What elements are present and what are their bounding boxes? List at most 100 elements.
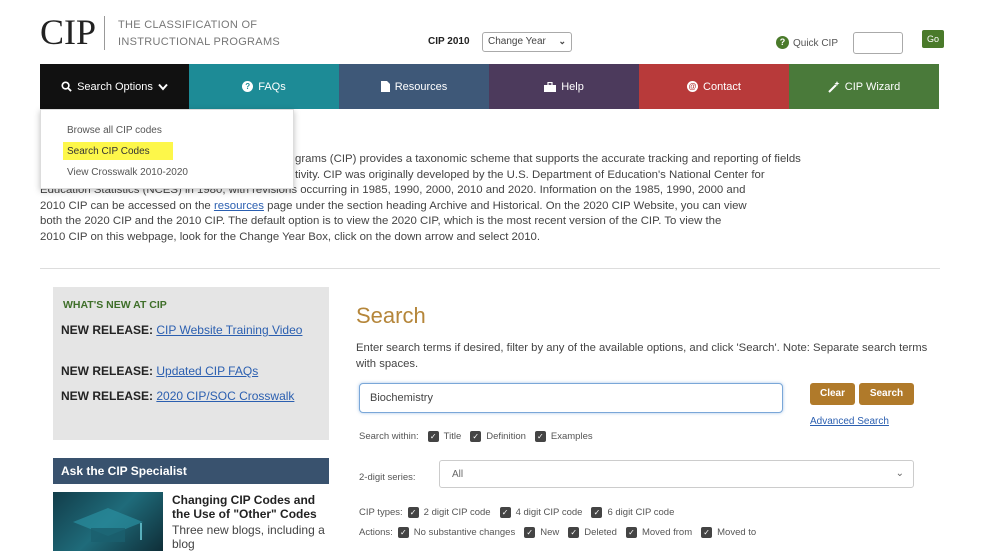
chevron-down-icon (158, 83, 168, 91)
whats-new-title: WHAT'S NEW AT CIP (63, 299, 167, 311)
quick-cip-input[interactable] (853, 32, 903, 54)
nav-search-options[interactable]: Search Options (40, 64, 189, 109)
logo-subtitle-line1: THE CLASSIFICATION OF (118, 19, 258, 31)
dropdown-item-browse[interactable]: Browse all CIP codes (67, 125, 162, 136)
blog-text: Three new blogs, including a blog (172, 523, 325, 551)
document-icon (380, 81, 390, 92)
intro-text: page under the section heading Archive a… (263, 199, 747, 212)
news-item: NEW RELEASE: CIP Website Training Video (61, 322, 316, 338)
checkbox-label: Examples (550, 431, 593, 442)
checkbox-label: No substantive changes (413, 527, 516, 538)
wand-icon (828, 80, 840, 93)
logo-divider (104, 16, 105, 50)
clear-button[interactable]: Clear (810, 383, 855, 405)
intro-text: 2010 CIP can be accessed on the (40, 199, 214, 212)
checkbox-label: Deleted (584, 527, 617, 538)
checkbox-no-substantive[interactable]: ✓ (397, 527, 409, 538)
go-button[interactable]: Go (922, 30, 944, 48)
search-input[interactable]: Biochemistry (359, 383, 783, 413)
series-label: 2-digit series: (359, 472, 416, 483)
blog-title[interactable]: Changing CIP Codes and the Use of "Other… (172, 493, 332, 521)
checkbox-label: Moved from (641, 527, 693, 538)
checkbox-definition[interactable]: ✓ (470, 431, 482, 442)
search-options-dropdown: Browse all CIP codes Search CIP Codes Vi… (40, 109, 294, 189)
nav-help-label: Help (561, 80, 584, 93)
cip-logo[interactable]: CIP (40, 12, 96, 52)
search-heading: Search (356, 303, 426, 328)
actions-label: Actions: (359, 527, 393, 538)
at-icon: @ (687, 81, 699, 92)
search-button[interactable]: Search (859, 383, 914, 405)
advanced-search-link[interactable]: Advanced Search (810, 416, 889, 427)
checkbox-label: 6 digit CIP code (607, 507, 675, 518)
nav-cip-wizard-label: CIP Wizard (844, 80, 901, 93)
news-prefix: NEW RELEASE: (61, 323, 154, 337)
checkbox-label: Definition (486, 431, 526, 442)
checkbox-title[interactable]: ✓ (427, 431, 439, 442)
series-value: All (452, 469, 464, 480)
intro-line: 2010 CIP on this webpage, look for the C… (40, 230, 541, 243)
nav-faqs-label: FAQs (258, 80, 286, 93)
chevron-down-icon: ⌄ (558, 36, 566, 46)
change-year-select[interactable]: Change Year ⌄ (482, 32, 572, 52)
news-link[interactable]: CIP Website Training Video (156, 323, 302, 337)
nav-resources[interactable]: Resources (339, 64, 489, 109)
checkbox-2-digit[interactable]: ✓ (407, 507, 419, 518)
search-description: Enter search terms if desired, filter by… (356, 342, 928, 370)
intro-line: both the 2020 CIP and the 2010 CIP. The … (40, 215, 722, 227)
news-prefix: NEW RELEASE: (61, 364, 154, 378)
page: CIP THE CLASSIFICATION OF INSTRUCTIONAL … (0, 0, 982, 551)
cip-types-label: CIP types: (359, 507, 403, 518)
nav-help[interactable]: Help (489, 64, 639, 109)
toolbox-icon (544, 81, 557, 92)
checkbox-label: 2 digit CIP code (423, 507, 491, 518)
whats-new-panel: WHAT'S NEW AT CIP NEW RELEASE: CIP Websi… (53, 287, 329, 440)
search-icon (61, 81, 72, 92)
resources-link[interactable]: resources (214, 200, 264, 212)
intro-line: tivity. CIP was originally developed by … (295, 168, 765, 181)
blog-thumbnail[interactable] (53, 492, 163, 551)
quick-cip-label: Quick CIP (793, 38, 839, 49)
checkbox-label: Title (443, 431, 462, 442)
question-icon: ? (242, 81, 254, 92)
news-item: NEW RELEASE: 2020 CIP/SOC Crosswalk (61, 388, 316, 404)
chevron-down-icon: ⌄ (895, 468, 904, 479)
news-link[interactable]: 2020 CIP/SOC Crosswalk (156, 389, 294, 403)
logo-subtitle-line2: INSTRUCTIONAL PROGRAMS (118, 36, 281, 48)
question-icon: ? (776, 36, 789, 49)
cip-year-label: CIP 2010 (428, 36, 470, 47)
news-prefix: NEW RELEASE: (61, 389, 154, 403)
dropdown-item-search-cip[interactable]: Search CIP Codes (67, 146, 150, 157)
news-item: NEW RELEASE: Updated CIP FAQs (61, 363, 316, 379)
nav-cip-wizard[interactable]: CIP Wizard (789, 64, 939, 109)
main-nav: Search Options ? FAQs Resources Help @ C… (40, 64, 939, 109)
checkbox-moved-to[interactable]: ✓ (701, 527, 713, 538)
checkbox-label: Moved to (717, 527, 757, 538)
change-year-value: Change Year (488, 36, 546, 47)
series-select[interactable]: All ⌄ (439, 460, 914, 488)
nav-contact[interactable]: @ Contact (639, 64, 789, 109)
nav-search-options-label: Search Options (77, 80, 153, 93)
intro-line: 2010 CIP can be accessed on the resource… (40, 199, 747, 215)
checkbox-deleted[interactable]: ✓ (568, 527, 580, 538)
divider (40, 268, 940, 269)
news-link[interactable]: Updated CIP FAQs (156, 364, 258, 378)
search-within-row: Search within: ✓ Title ✓ Definition ✓ Examp… (359, 431, 593, 442)
checkbox-label: 4 digit CIP code (515, 507, 583, 518)
dropdown-item-crosswalk[interactable]: View Crosswalk 2010-2020 (67, 167, 188, 178)
nav-resources-label: Resources (394, 80, 448, 93)
checkbox-4-digit[interactable]: ✓ (499, 507, 511, 518)
nav-faqs[interactable]: ? FAQs (189, 64, 339, 109)
checkbox-new[interactable]: ✓ (524, 527, 536, 538)
search-within-label: Search within: (359, 431, 419, 442)
checkbox-label: New (540, 527, 560, 538)
checkbox-moved-from[interactable]: ✓ (625, 527, 637, 538)
actions-row: Actions: ✓ No substantive changes ✓ New ✓ D… (359, 527, 756, 538)
intro-line: grams (CIP) provides a taxonomic scheme … (295, 153, 801, 165)
ask-cip-specialist-header: Ask the CIP Specialist (53, 458, 329, 484)
graduation-cap-image (73, 508, 143, 542)
nav-contact-label: Contact (703, 80, 741, 93)
checkbox-6-digit[interactable]: ✓ (591, 507, 603, 518)
checkbox-examples[interactable]: ✓ (534, 431, 546, 442)
cip-types-row: CIP types: ✓ 2 digit CIP code ✓ 4 digit CI… (359, 507, 674, 518)
